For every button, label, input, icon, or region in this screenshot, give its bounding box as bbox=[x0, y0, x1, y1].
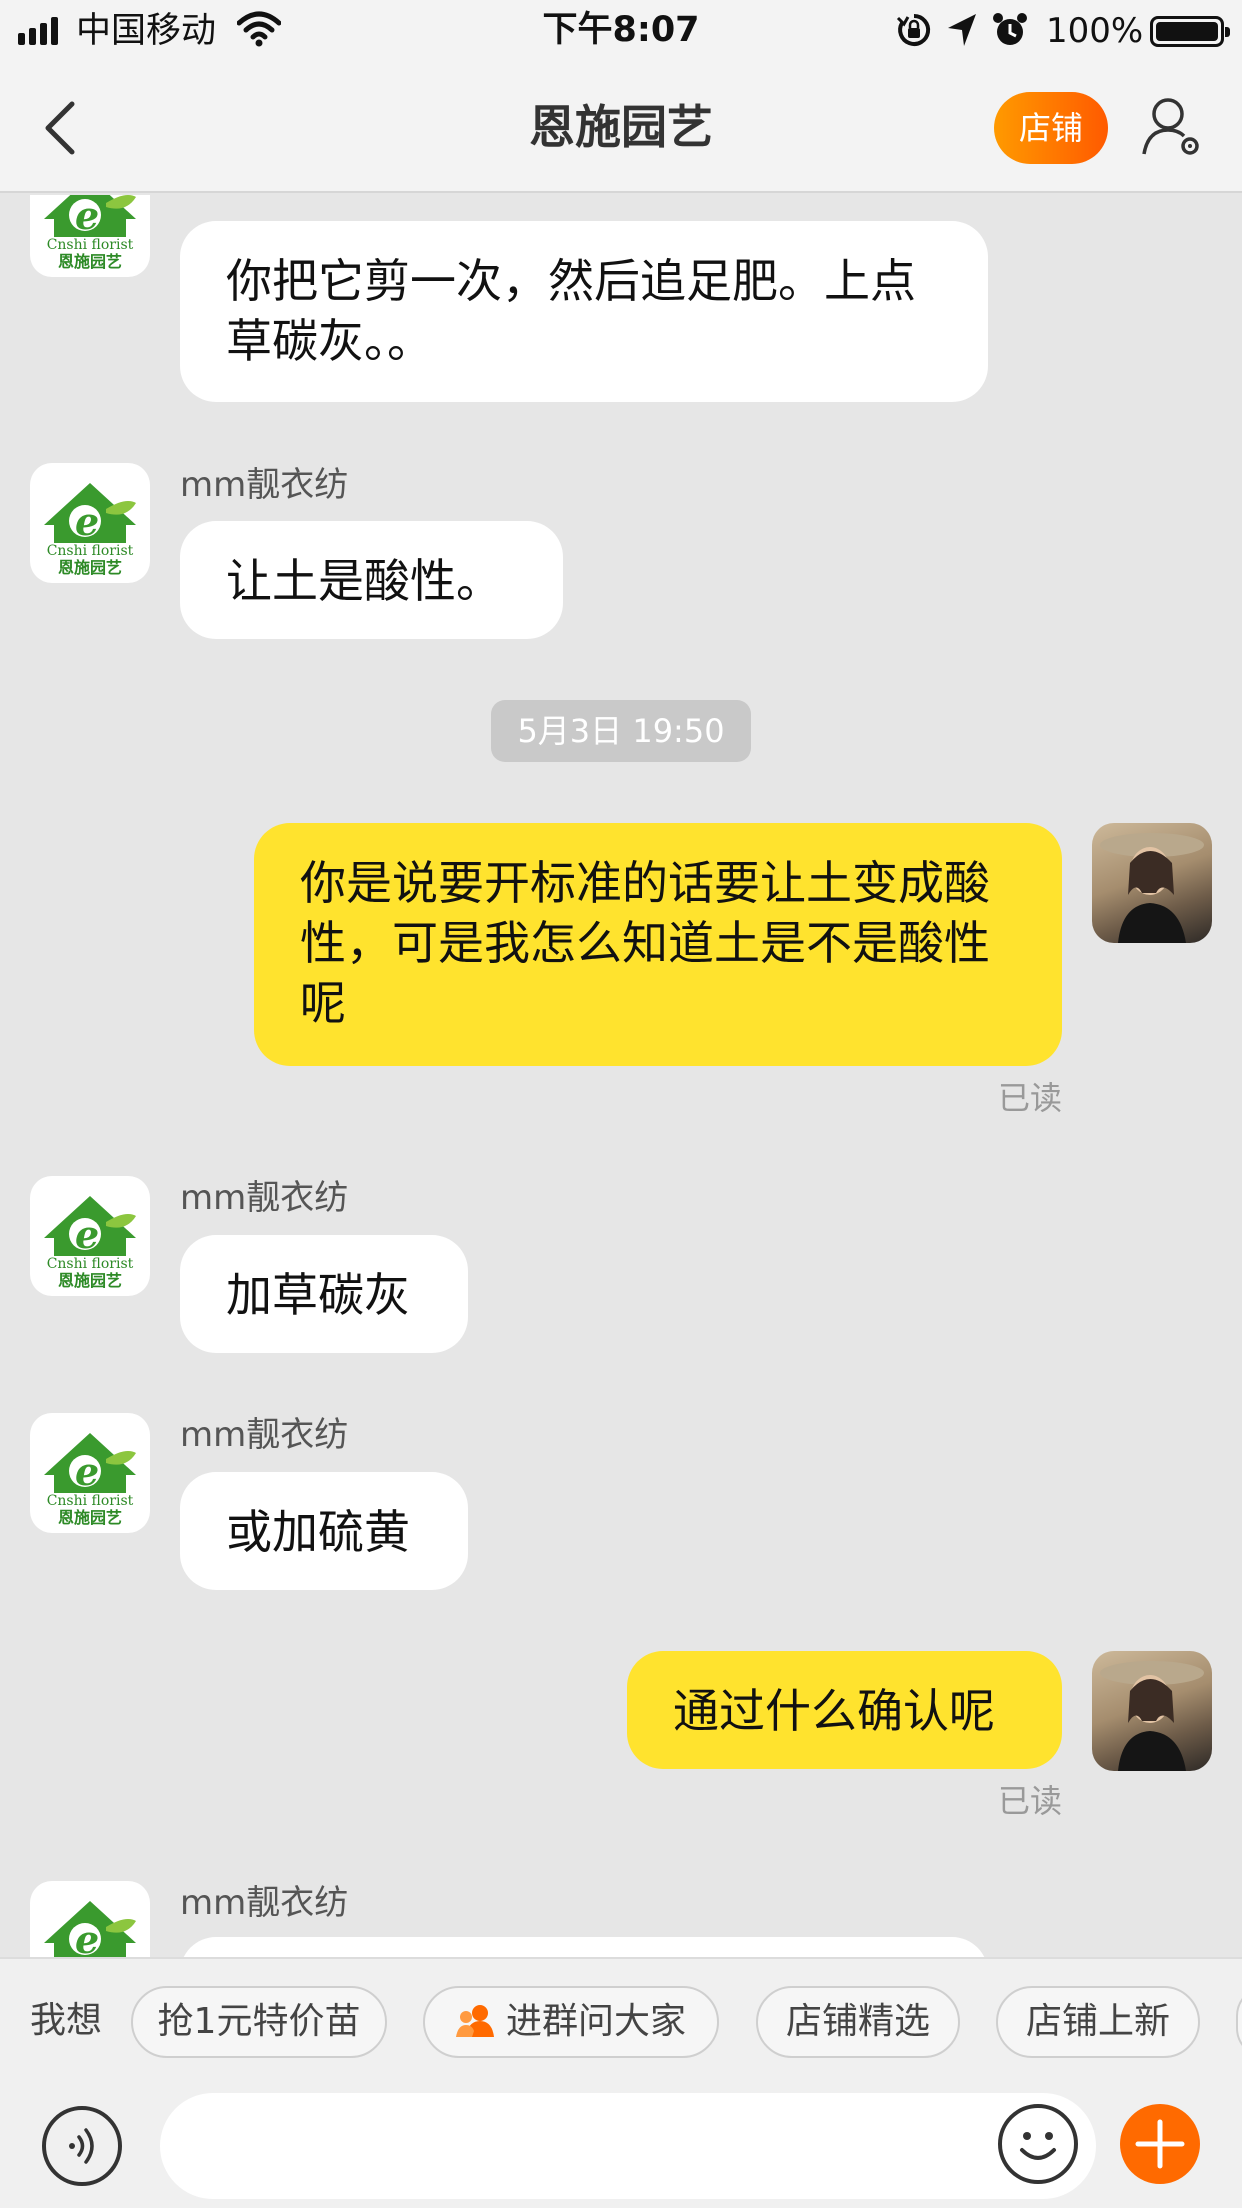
sender-name: mm靓衣纺 bbox=[180, 465, 349, 505]
message-bubble-outgoing[interactable]: 通过什么确认呢 bbox=[627, 1651, 1062, 1769]
quick-reply-chip[interactable]: 店铺上新 bbox=[996, 1986, 1200, 2058]
svg-text:e: e bbox=[75, 1917, 99, 1957]
quick-reply-chip[interactable]: 店铺精选 bbox=[756, 1986, 960, 2058]
quick-reply-bar: 我想 抢1元特价苗 进群问大家 店铺精选 店铺上新 bbox=[0, 1957, 1242, 2083]
plus-icon bbox=[1135, 2119, 1185, 2169]
shop-avatar[interactable]: e Cnshi florist 恩施园艺 bbox=[30, 463, 150, 583]
sender-name: mm靓衣纺 bbox=[180, 1883, 349, 1923]
shop-logo-icon: e bbox=[44, 1901, 136, 1957]
message-bubble-outgoing[interactable]: 你是说要开标准的话要让土变成酸性，可是我怎么知道土是不是酸性呢 bbox=[254, 823, 1062, 1066]
message-bubble[interactable]: 加草碳灰 bbox=[180, 1235, 468, 1353]
message-bubble[interactable]: 你把它剪一次，然后追足肥。上点草碳灰。。 bbox=[180, 221, 988, 402]
read-status: 已读 bbox=[997, 1079, 1062, 1117]
alarm-icon bbox=[993, 13, 1027, 45]
svg-text:e: e bbox=[75, 1212, 99, 1257]
quick-reply-chip-group[interactable]: 进群问大家 bbox=[423, 1986, 719, 2058]
message-bubble[interactable] bbox=[180, 1937, 988, 1957]
plus-button[interactable] bbox=[1120, 2104, 1200, 2184]
input-bar bbox=[0, 2083, 1242, 2208]
nav-bar: 恩施园艺 店铺 bbox=[0, 62, 1242, 193]
message-input[interactable] bbox=[160, 2093, 1096, 2199]
user-settings-icon[interactable] bbox=[1140, 94, 1204, 160]
emoji-button[interactable] bbox=[998, 2104, 1078, 2184]
user-avatar[interactable] bbox=[1092, 823, 1212, 943]
sender-name: mm靓衣纺 bbox=[180, 1178, 349, 1218]
rotation-lock-icon bbox=[896, 13, 931, 46]
quick-reply-chip-overflow[interactable] bbox=[1236, 1986, 1242, 2058]
shop-button[interactable]: 店铺 bbox=[994, 92, 1108, 164]
message-bubble[interactable]: 或加硫黄 bbox=[180, 1472, 468, 1590]
quick-reply-label: 我想 bbox=[30, 2000, 103, 2041]
battery-percent: 100% bbox=[1046, 11, 1144, 51]
shop-avatar[interactable]: e bbox=[30, 1881, 150, 1957]
voice-button[interactable] bbox=[42, 2106, 122, 2186]
shop-avatar[interactable]: e Cnshi florist 恩施园艺 bbox=[30, 1176, 150, 1296]
user-avatar[interactable] bbox=[1092, 1651, 1212, 1771]
battery-icon bbox=[1150, 16, 1230, 47]
group-chat-icon bbox=[455, 2005, 494, 2037]
quick-reply-chip[interactable]: 抢1元特价苗 bbox=[131, 1986, 387, 2058]
location-icon bbox=[948, 14, 976, 46]
read-status: 已读 bbox=[997, 1782, 1062, 1820]
timestamp: 5月3日 19:50 bbox=[491, 700, 751, 762]
svg-text:e: e bbox=[75, 499, 99, 544]
svg-text:e: e bbox=[75, 1449, 99, 1494]
message-bubble[interactable]: 让土是酸性。 bbox=[180, 521, 563, 639]
sender-name: mm靓衣纺 bbox=[180, 1415, 349, 1455]
shop-avatar[interactable]: e Cnshi florist 恩施园艺 bbox=[30, 1413, 150, 1533]
chat-area[interactable]: e Cnshi florist 恩施园艺 你把它剪一次，然后追足肥。上点草碳灰。… bbox=[0, 195, 1242, 1957]
status-bar: 中国移动 下午8:07 100% bbox=[0, 0, 1242, 62]
voice-icon bbox=[69, 2128, 94, 2164]
svg-text:e: e bbox=[75, 195, 99, 238]
emoji-icon bbox=[1020, 2132, 1056, 2160]
shop-avatar[interactable]: e Cnshi florist 恩施园艺 bbox=[30, 195, 150, 277]
